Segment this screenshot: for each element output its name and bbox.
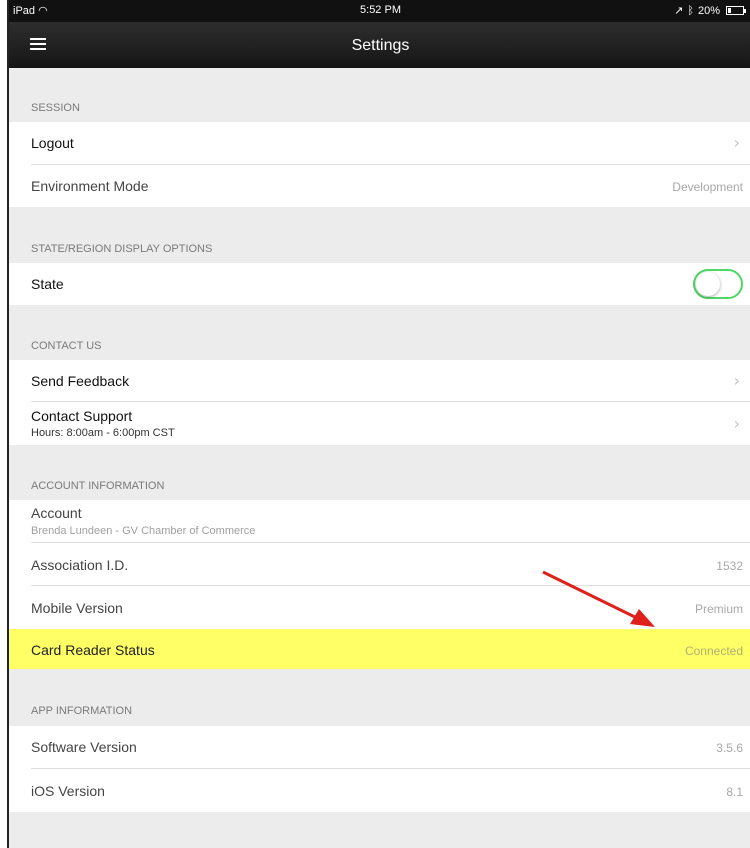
annotation-arrow-icon (542, 570, 655, 627)
ipad-screen: iPad ◠ 5:52 PM ↗ ᛒ 20% Settings SESSION … (7, 0, 750, 848)
